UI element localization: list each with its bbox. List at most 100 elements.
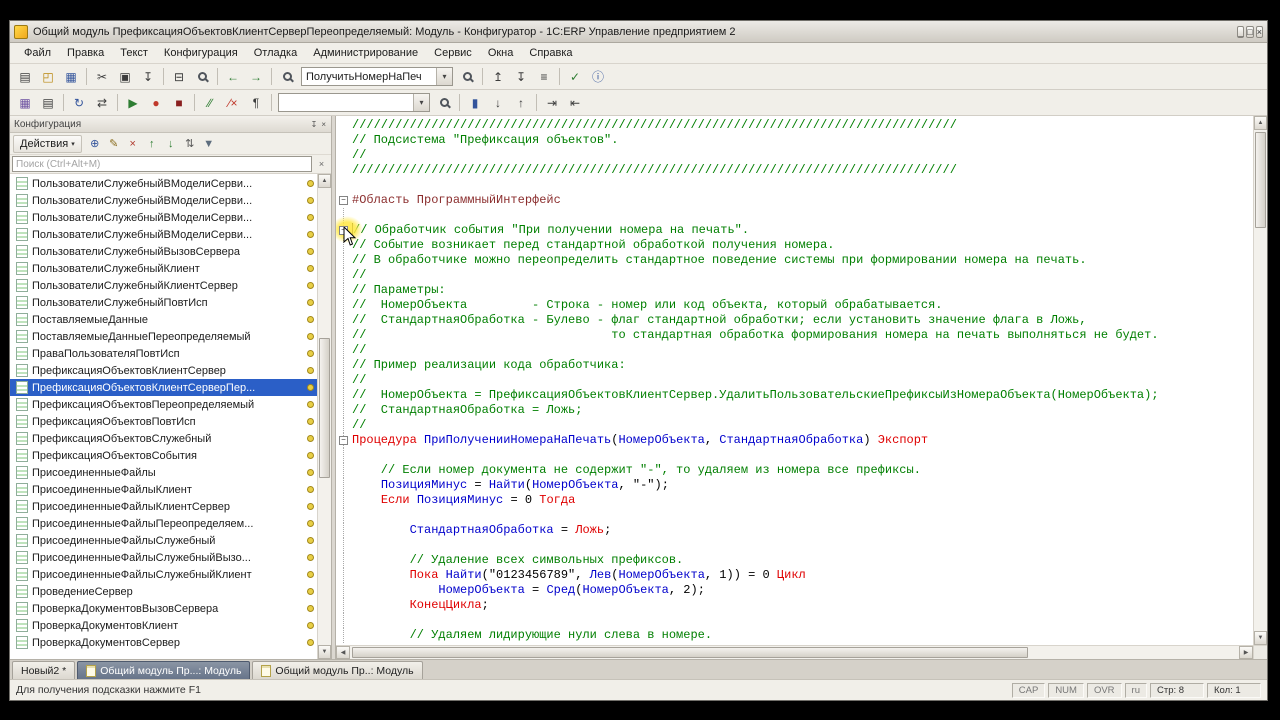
document-tab[interactable]: Новый2 * [12,661,76,679]
menu-text[interactable]: Текст [112,44,156,62]
tree-item[interactable]: ПрисоединенныеФайлыКлиент [10,481,317,498]
tree-item[interactable]: ПоставляемыеДанные [10,311,317,328]
maximize-button[interactable]: □ [1246,25,1254,38]
comment-block-button[interactable]: ∕∕ [199,92,221,113]
tree-item[interactable]: ПроверкаДокументовСервер [10,634,317,651]
scrollbar-track[interactable] [350,646,1239,659]
scrollbar-track[interactable] [318,188,331,645]
tree-item[interactable]: ПользователиСлужебныйПовтИсп [10,294,317,311]
tree-item[interactable]: ПроверкаДокументовВызовСервера [10,600,317,617]
scroll-down-button[interactable]: ▼ [318,645,331,659]
chevron-down-icon[interactable]: ▾ [413,94,429,111]
search-clear-button[interactable]: × [314,157,329,172]
editor-scrollbar-vertical[interactable]: ▲ ▼ [1253,116,1267,645]
open-configuration-button[interactable]: ▦ [14,92,36,113]
document-tab[interactable]: Общий модуль Пр...: Модуль [77,661,251,679]
tree-item[interactable]: ПользователиСлужебныйВМоделиСерви... [10,175,317,192]
minimize-button[interactable]: _ [1237,25,1245,38]
tree-scrollbar[interactable]: ▲ ▼ [317,174,331,659]
tree-item[interactable]: ПрисоединенныеФайлы [10,464,317,481]
action-move-down-button[interactable]: ↓ [162,135,180,153]
tree-item[interactable]: ПользователиСлужебныйКлиентСервер [10,277,317,294]
action-filter-button[interactable]: ▼ [200,135,218,153]
menu-administration[interactable]: Администрирование [305,44,426,62]
scroll-down-button[interactable]: ▼ [1254,631,1267,645]
menu-debug[interactable]: Отладка [246,44,305,62]
next-bookmark-button[interactable]: ↓ [487,92,509,113]
scrollbar-thumb[interactable] [319,338,330,478]
previous-procedure-button[interactable]: ↥ [487,66,509,87]
start-debugging-button[interactable]: ▶ [122,92,144,113]
tree-search-input[interactable] [12,156,312,172]
action-add-button[interactable]: ⊕ [86,135,104,153]
title-bar[interactable]: Общий модуль ПрефиксацияОбъектовКлиентСе… [10,21,1267,43]
syntax-check-button[interactable]: ✓ [564,66,586,87]
tree-item[interactable]: ПрисоединенныеФайлыКлиентСервер [10,498,317,515]
module-tree[interactable]: ПользователиСлужебныйВМоделиСерви... Поль… [10,174,317,659]
menu-configuration[interactable]: Конфигурация [156,44,246,62]
tree-item[interactable]: ПрефиксацияОбъектовСлужебный [10,430,317,447]
uncomment-block-button[interactable]: ∕× [222,92,244,113]
compare-configurations-button[interactable]: ⇄ [91,92,113,113]
scroll-up-button[interactable]: ▲ [1254,116,1267,130]
open-file-button[interactable]: ◰ [37,66,59,87]
previous-bookmark-button[interactable]: ↑ [510,92,532,113]
find-procedure-button[interactable] [433,92,455,113]
print-button[interactable]: ⊟ [168,66,190,87]
breakpoint-button[interactable]: ● [145,92,167,113]
menu-service[interactable]: Сервис [426,44,480,62]
find-next-button[interactable] [456,66,478,87]
procedures-list-button[interactable]: ≡ [533,66,555,87]
update-db-configuration-button[interactable]: ↻ [68,92,90,113]
tree-item[interactable]: ПраваПользователяПовтИсп [10,345,317,362]
code-editor[interactable]: ////////////////////////////////////////… [336,116,1253,645]
copy-button[interactable]: ▣ [114,66,136,87]
action-delete-button[interactable]: × [124,135,142,153]
menu-edit[interactable]: Правка [59,44,112,62]
tree-item[interactable]: ПоставляемыеДанныеПереопределяемый [10,328,317,345]
tree-item[interactable]: ПрефиксацияОбъектовПовтИсп [10,413,317,430]
action-move-up-button[interactable]: ↑ [143,135,161,153]
cut-button[interactable]: ✂ [91,66,113,87]
tree-item[interactable]: ПрефиксацияОбъектовПереопределяемый [10,396,317,413]
navigate-back-button[interactable]: ← [222,66,244,87]
close-button[interactable]: × [1255,25,1263,38]
tree-item[interactable]: ПрефиксацияОбъектовКлиентСервер [10,362,317,379]
tree-item[interactable]: ПрефиксацияОбъектовСобытия [10,447,317,464]
help-info-button[interactable]: ⓘ [587,66,609,87]
find-button[interactable] [276,66,298,87]
pin-panel-button[interactable]: ↧ [310,119,319,130]
scrollbar-thumb[interactable] [1255,132,1266,228]
tree-item[interactable]: ПроведениеСервер [10,583,317,600]
scrollbar-thumb[interactable] [352,647,1028,658]
menu-windows[interactable]: Окна [480,44,522,62]
format-block-button[interactable]: ¶ [245,92,267,113]
chevron-down-icon[interactable]: ▾ [436,68,452,85]
action-sort-button[interactable]: ⇅ [181,135,199,153]
tree-item[interactable]: ПрисоединенныеФайлыСлужебныйКлиент [10,566,317,583]
tree-item[interactable]: ПользователиСлужебныйВМоделиСерви... [10,209,317,226]
tree-item[interactable]: ПользователиСлужебныйВызовСервера [10,243,317,260]
fold-toggle[interactable]: − [339,436,348,445]
goto-procedure-combo[interactable]: ▾ [278,93,430,112]
tree-item[interactable]: ПрисоединенныеФайлыПереопределяем... [10,515,317,532]
close-panel-button[interactable]: × [320,119,327,130]
tree-item[interactable]: ПользователиСлужебныйВМоделиСерви... [10,192,317,209]
scroll-left-button[interactable]: ◀ [336,646,350,659]
scroll-up-button[interactable]: ▲ [318,174,331,188]
actions-menu-button[interactable]: Действия ▾ [13,134,82,153]
tree-item[interactable]: ПользователиСлужебныйВМоделиСерви... [10,226,317,243]
next-procedure-button[interactable]: ↧ [510,66,532,87]
tree-item[interactable]: ПрисоединенныеФайлыСлужебный [10,532,317,549]
action-edit-button[interactable]: ✎ [105,135,123,153]
print-preview-button[interactable] [191,66,213,87]
procedure-search-combo[interactable]: ПолучитьНомерНаПеч ▾ [301,67,453,86]
document-tab[interactable]: Общий модуль Пр..: Модуль [252,661,423,679]
menu-help[interactable]: Справка [521,44,580,62]
scrollbar-track[interactable] [1254,130,1267,631]
toggle-bookmark-button[interactable]: ▮ [464,92,486,113]
navigate-forward-button[interactable]: → [245,66,267,87]
indent-increase-button[interactable]: ⇥ [541,92,563,113]
tree-item[interactable]: ПроверкаДокументовКлиент [10,617,317,634]
stop-debugging-button[interactable]: ■ [168,92,190,113]
